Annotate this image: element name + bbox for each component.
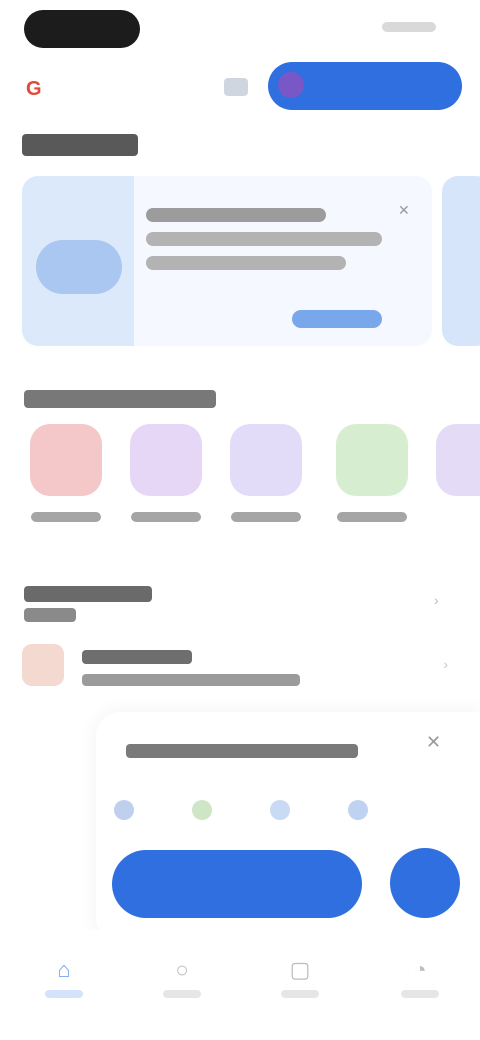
translate-icon[interactable] [224,78,248,96]
home-icon[interactable]: ⌂ [44,950,84,990]
category-icon [436,424,480,496]
list-item[interactable]: › [22,640,458,696]
status-camera-pill [24,10,140,48]
close-icon[interactable]: ✕ [426,732,441,753]
category-item[interactable] [330,424,414,534]
category-icon [336,424,408,496]
top-cta-button[interactable] [268,62,462,110]
recent-item-detail [82,674,300,686]
profile-icon[interactable]: ◔ [400,950,440,990]
category-item[interactable] [24,424,108,534]
categories-heading [24,390,216,408]
google-g-icon[interactable]: G [26,78,48,100]
sheet-title [126,744,358,758]
recent-title [24,586,152,602]
hero-body-line-1 [146,232,382,246]
category-item[interactable] [224,424,308,534]
category-item[interactable] [124,424,208,534]
recent-item-icon [22,644,64,686]
chevron-right-icon: › [443,656,448,672]
hero-body-line-2 [146,256,346,270]
dot-icon [270,800,290,820]
library-icon[interactable]: ▢ [280,950,320,990]
fab-button[interactable] [390,848,460,918]
nav-label-search [163,990,201,998]
category-label [231,512,301,522]
hero-title [146,208,326,222]
primary-action-button[interactable] [112,850,362,918]
hero-action-button[interactable] [292,310,382,328]
avatar [278,72,304,98]
close-icon[interactable]: ✕ [398,202,412,218]
chevron-right-icon[interactable]: › [434,592,448,608]
hero-illustration [22,176,134,346]
category-icon [30,424,102,496]
nav-label-home [45,990,83,998]
dot-icon [114,800,134,820]
category-label [337,512,407,522]
hero-card-next[interactable] [442,176,480,346]
category-icon [230,424,302,496]
page-title [22,134,138,156]
dot-icon [348,800,368,820]
status-indicators [382,22,436,32]
category-label [31,512,101,522]
search-icon[interactable]: ○ [162,950,202,990]
hero-card[interactable]: ✕ [22,176,432,346]
recent-subtitle [24,608,76,622]
category-item[interactable] [430,424,480,534]
nav-label-profile [401,990,439,998]
category-icon [130,424,202,496]
dot-icon [192,800,212,820]
recent-item-title [82,650,192,664]
category-label [131,512,201,522]
nav-label-library [281,990,319,998]
